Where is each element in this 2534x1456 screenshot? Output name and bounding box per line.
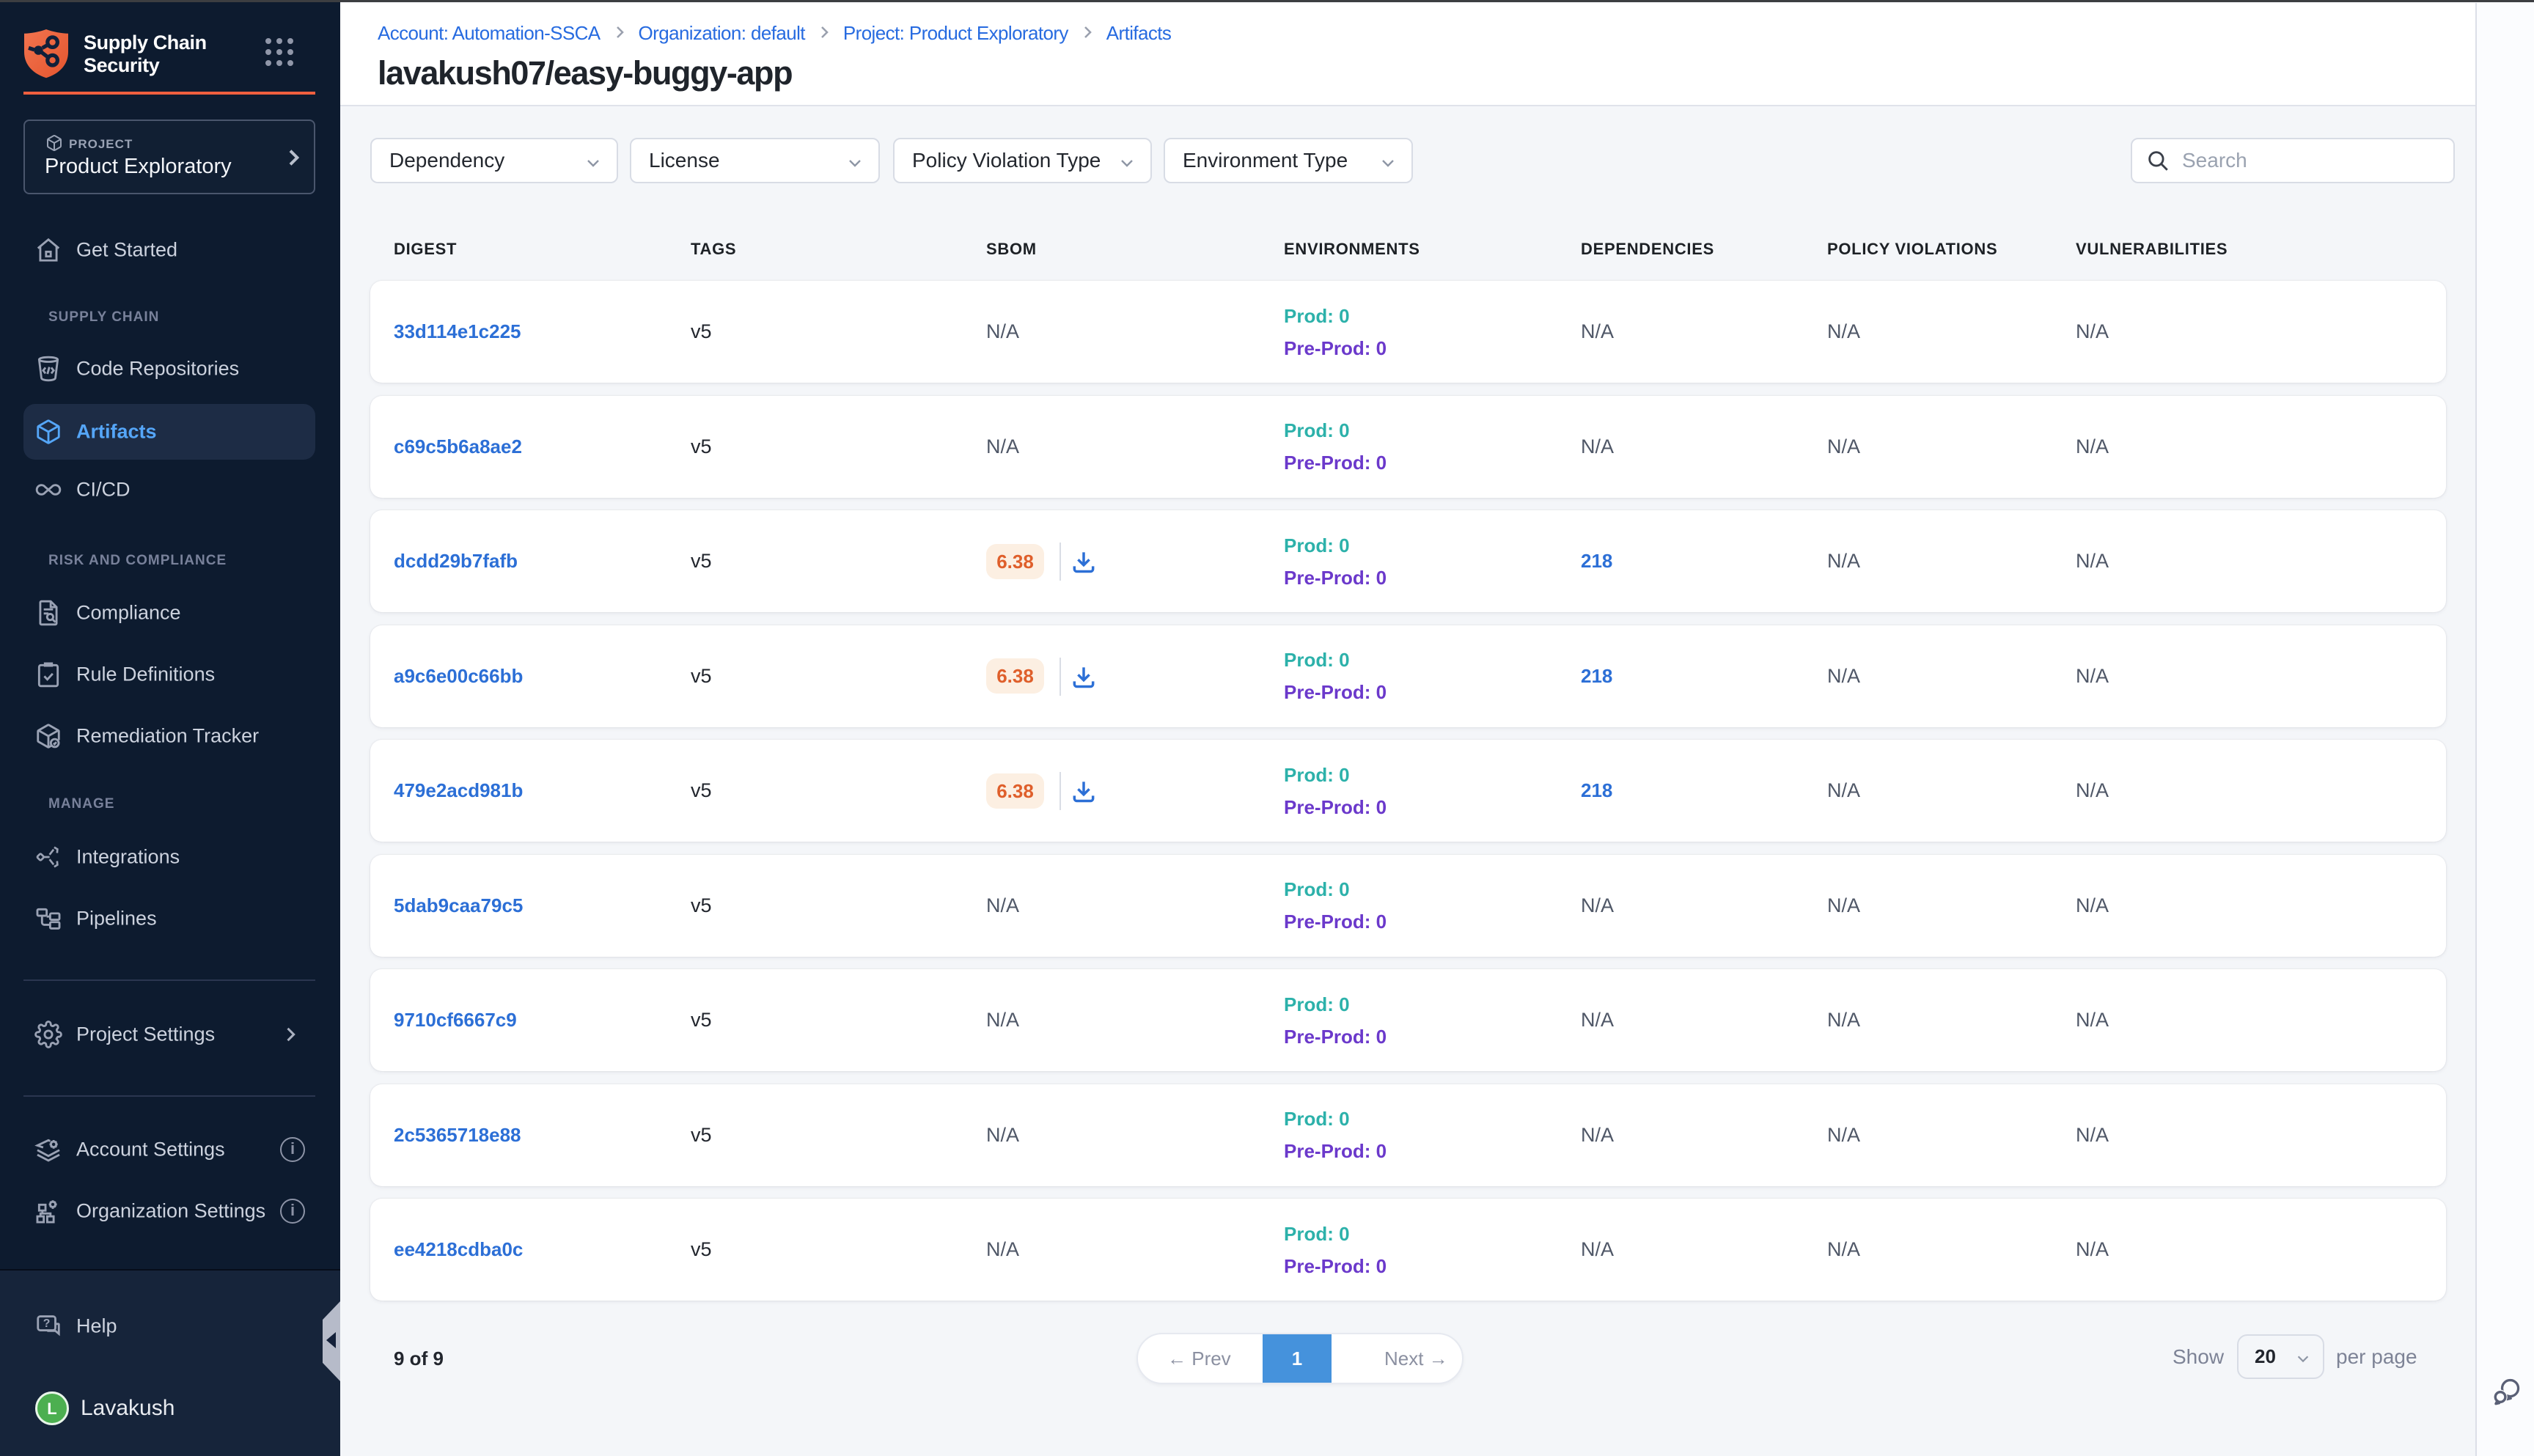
svg-text:?: ? bbox=[43, 1317, 51, 1330]
